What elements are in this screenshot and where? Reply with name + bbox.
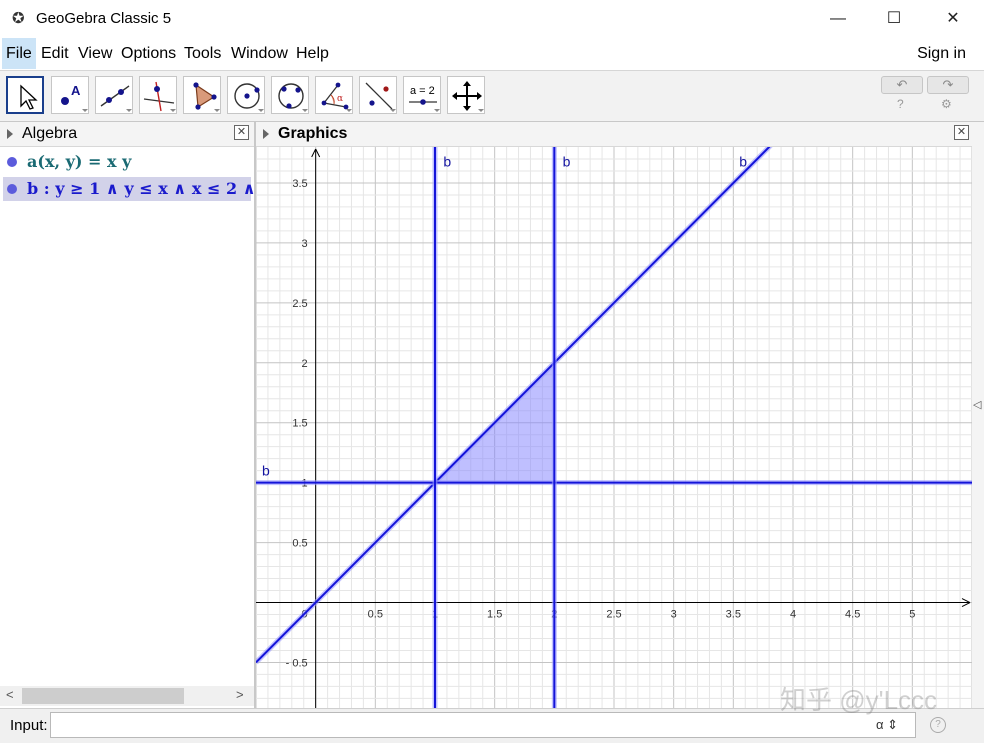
angle-icon: α (321, 82, 352, 112)
object-label-b: b (563, 153, 571, 169)
algebra-view: a(x, y) = x y b : y ≥ 1 ∧ y ≤ x ∧ x ≤ 2 … (0, 147, 256, 685)
redo-button[interactable]: ↷ (927, 76, 969, 94)
y-tick-label: 3 (302, 238, 308, 250)
graphics-side-strip (972, 122, 984, 708)
input-label: Input: (10, 717, 48, 734)
angle-tool-button[interactable]: α (315, 76, 353, 114)
polygon-tool-button[interactable] (183, 76, 221, 114)
graphics-canvas[interactable]: 0.511.522.533.544.55- 0.50.511.522.533.5… (256, 147, 972, 708)
visibility-dot-icon[interactable] (7, 184, 17, 194)
perpendicular-line-tool-button[interactable] (139, 76, 177, 114)
svg-text:A: A (71, 83, 81, 98)
cursor-arrow-icon (20, 84, 38, 110)
window-title: GeoGebra Classic 5 (36, 10, 172, 27)
y-tick-label: 1.5 (292, 418, 307, 430)
geogebra-logo-icon: ✪ (12, 10, 25, 27)
y-tick-label: 2.5 (292, 298, 307, 310)
circle-three-points-tool-button[interactable] (271, 76, 309, 114)
move-tool-button[interactable] (6, 76, 44, 114)
svg-text:a = 2: a = 2 (410, 85, 435, 97)
x-tick-label: 4 (790, 609, 796, 621)
circle-three-points-icon (278, 83, 308, 112)
scroll-right-icon[interactable]: > (236, 687, 244, 702)
close-window-button[interactable]: ✕ (930, 0, 976, 38)
circle-center-icon (234, 83, 264, 112)
object-label-b: b (443, 153, 451, 169)
menu-view[interactable]: View (74, 38, 116, 69)
algebra-title: Algebra (22, 125, 78, 142)
graphics-view-header: Graphics ✕ (256, 122, 972, 147)
algebra-view-header: Algebra ✕ (0, 122, 254, 147)
menu-bar: File Edit View Options Tools Window Help… (0, 38, 984, 71)
sign-in-link[interactable]: Sign in (917, 38, 966, 69)
x-tick-label: 3 (671, 609, 677, 621)
close-graphics-icon[interactable]: ✕ (954, 125, 969, 140)
menu-tools[interactable]: Tools (180, 38, 225, 69)
graphics-title: Graphics (278, 125, 348, 142)
y-tick-label: 0.5 (292, 538, 307, 550)
menu-help[interactable]: Help (292, 38, 333, 69)
algebra-expression[interactable]: b : y ≥ 1 ∧ y ≤ x ∧ x ≤ 2 ∧ (27, 178, 256, 200)
line-tool-button[interactable] (95, 76, 133, 114)
slider-icon: a = 2 (409, 85, 440, 112)
expand-triangle-icon[interactable] (7, 129, 13, 139)
point-icon: A (61, 83, 88, 112)
menu-file[interactable]: File (2, 38, 36, 69)
watermark: 知乎 @y'Lccc (780, 685, 938, 715)
y-tick-label: - 0.5 (286, 657, 308, 669)
minimize-button[interactable]: — (815, 0, 861, 38)
title-bar: ✪ GeoGebra Classic 5 — ☐ ✕ (0, 0, 984, 38)
close-algebra-icon[interactable]: ✕ (234, 125, 249, 140)
algebra-expression[interactable]: a(x, y) = x y (27, 151, 131, 173)
move-graphics-view-tool-button[interactable] (447, 76, 485, 114)
x-tick-label: 2.5 (606, 609, 621, 621)
algebra-row-a[interactable]: a(x, y) = x y (3, 150, 251, 174)
expand-triangle-icon[interactable] (263, 129, 269, 139)
perpendicular-line-icon (143, 81, 176, 112)
object-label-b: b (739, 153, 747, 169)
menu-edit[interactable]: Edit (37, 38, 73, 69)
y-tick-label: 2 (302, 358, 308, 370)
menu-options[interactable]: Options (117, 38, 180, 69)
polygon-icon (193, 82, 220, 112)
x-tick-label: 3.5 (726, 609, 741, 621)
slider-tool-button[interactable]: a = 2 (403, 76, 441, 114)
settings-icon[interactable]: ⚙ (941, 97, 952, 111)
maximize-button[interactable]: ☐ (871, 0, 917, 38)
toolbar: A α a = 2 ↶ ↷ ? ⚙ (0, 71, 984, 122)
svg-text:α: α (337, 94, 343, 104)
collapse-panel-icon[interactable]: ◁ (973, 398, 981, 411)
move-arrows-icon (452, 81, 484, 112)
circle-center-point-tool-button[interactable] (227, 76, 265, 114)
menu-window[interactable]: Window (227, 38, 292, 69)
reflect-icon (365, 82, 396, 112)
symbol-keyboard-button[interactable]: α ⇕ (876, 717, 898, 733)
x-tick-label: 1.5 (487, 609, 502, 621)
algebra-horizontal-scrollbar[interactable]: < > (0, 686, 254, 706)
line-icon (100, 85, 132, 112)
input-help-icon[interactable]: ? (930, 717, 946, 733)
object-label-b: b (262, 463, 270, 479)
help-icon[interactable]: ? (897, 97, 904, 111)
graphics-view[interactable]: 0.511.522.533.544.55- 0.50.511.522.533.5… (256, 147, 972, 708)
y-tick-label: 3.5 (292, 178, 307, 190)
undo-button[interactable]: ↶ (881, 76, 923, 94)
point-tool-button[interactable]: A (51, 76, 89, 114)
x-tick-label: 5 (909, 609, 915, 621)
scroll-left-icon[interactable]: < (6, 687, 14, 702)
algebra-row-b[interactable]: b : y ≥ 1 ∧ y ≤ x ∧ x ≤ 2 ∧ (3, 177, 256, 201)
reflect-tool-button[interactable] (359, 76, 397, 114)
x-tick-label: 4.5 (845, 609, 860, 621)
visibility-dot-icon[interactable] (7, 157, 17, 167)
scroll-thumb[interactable] (22, 688, 184, 704)
x-tick-label: 0.5 (368, 609, 383, 621)
